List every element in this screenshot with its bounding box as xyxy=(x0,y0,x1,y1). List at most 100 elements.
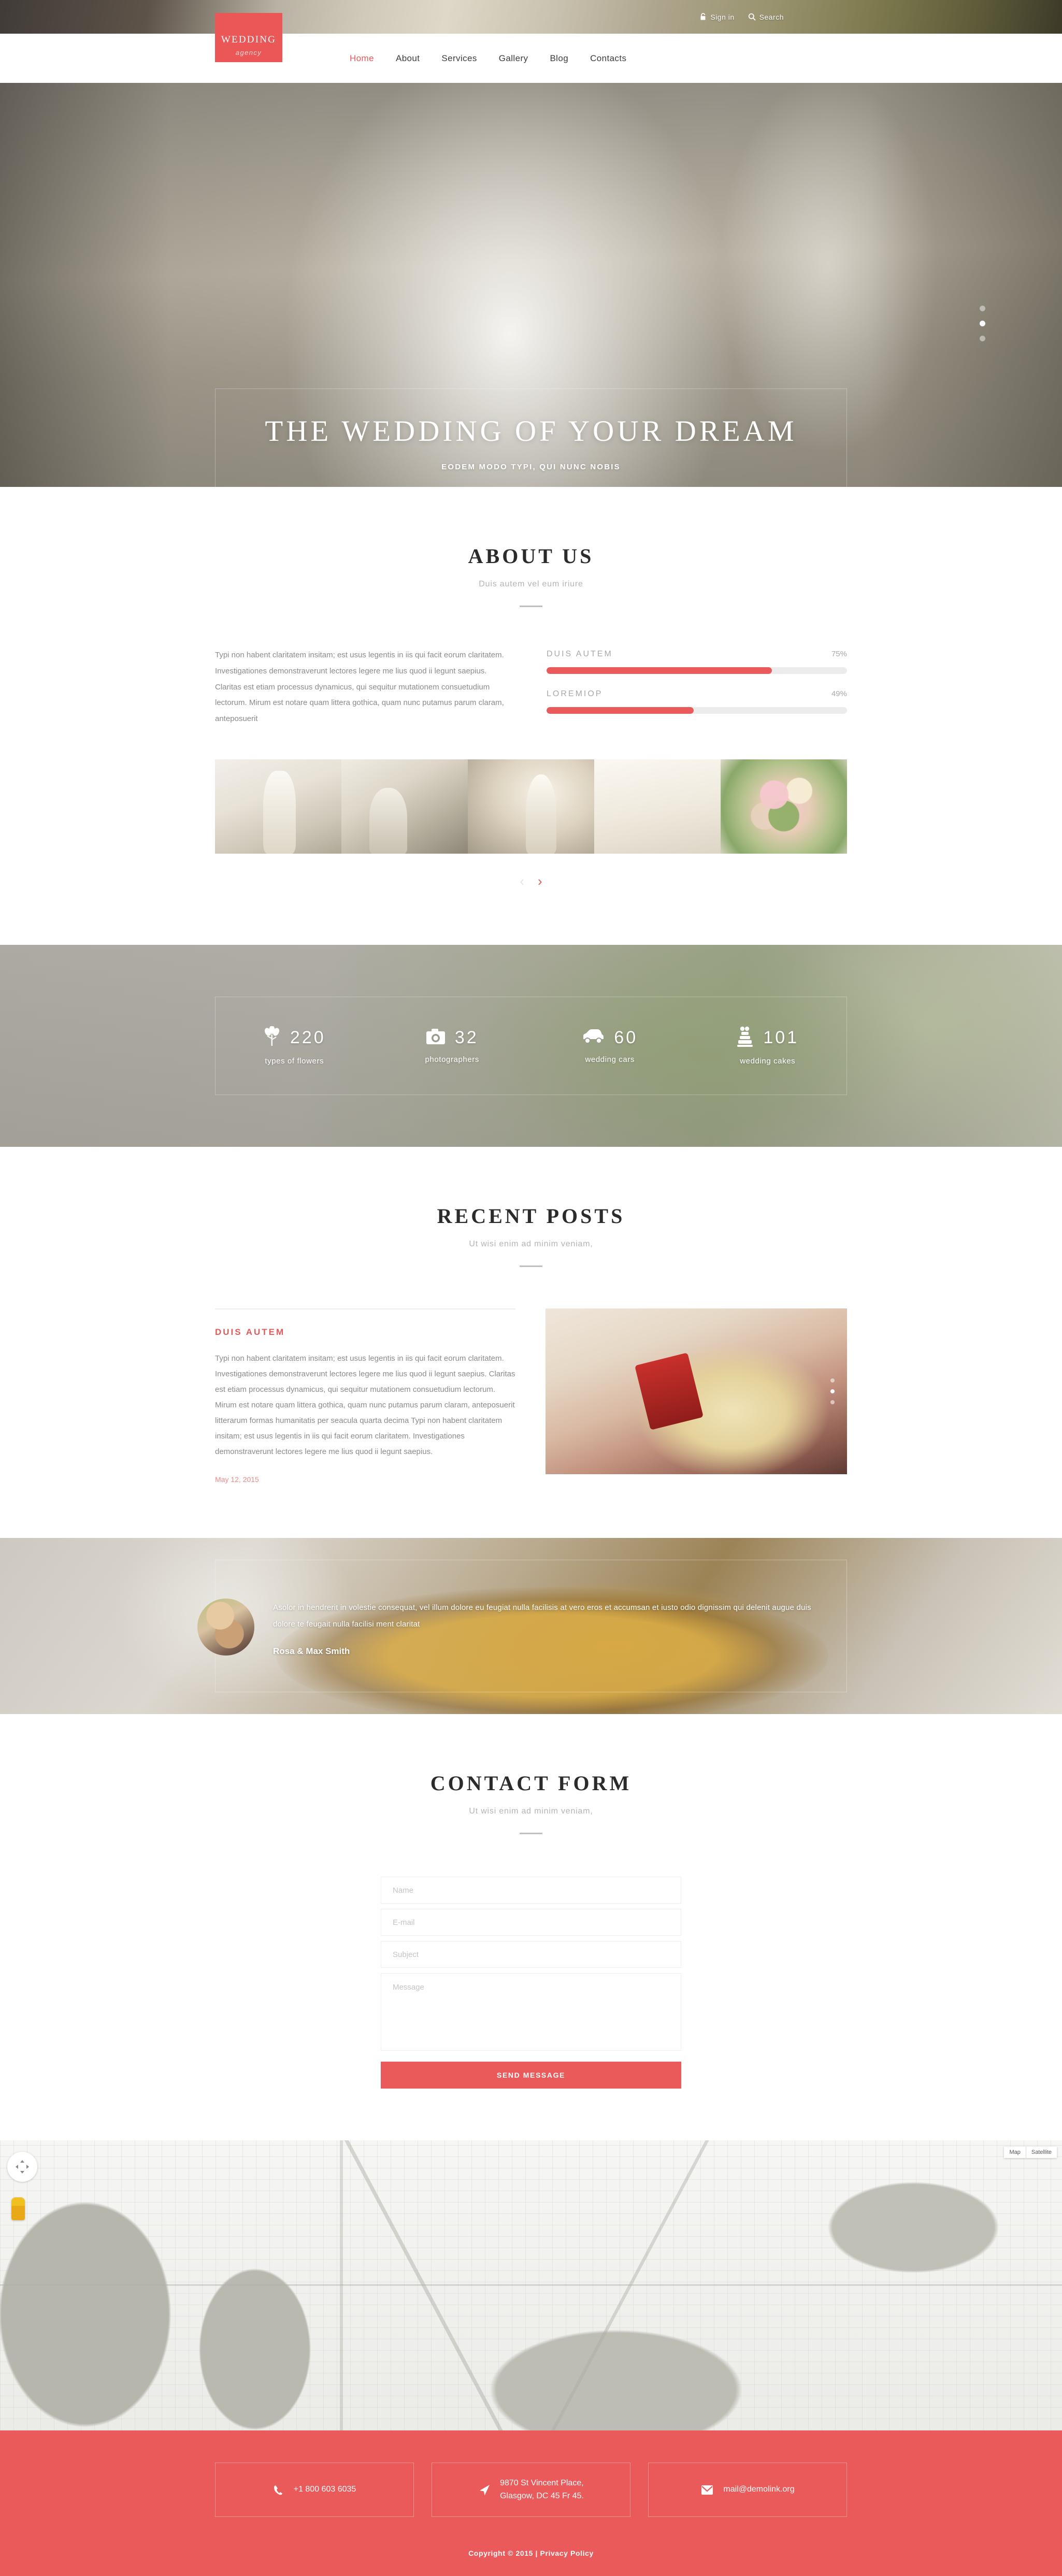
skill-bar-label: DUIS AUTEM xyxy=(547,650,613,658)
skill-bar-duis-autem: DUIS AUTEM 75% xyxy=(547,650,847,674)
cake-icon xyxy=(736,1026,754,1049)
contact-form: SEND MESSAGE xyxy=(381,1877,681,2140)
about-subtitle: Duis autem vel eum iriure xyxy=(479,580,583,588)
skill-bar-loremiop: LOREMIOP 49% xyxy=(547,689,847,714)
map-type-control: Map Satellite xyxy=(1004,2147,1057,2158)
gallery-carousel-nav: ‹ › xyxy=(215,874,847,888)
about-text-column: Typi non habent claritatem insitam; est … xyxy=(215,647,510,729)
skill-bar-percent: 49% xyxy=(831,689,847,698)
hero-slider-dots xyxy=(980,306,985,341)
lock-icon xyxy=(700,13,707,21)
stat-number: 32 xyxy=(454,1028,479,1047)
map-canvas[interactable] xyxy=(0,2140,1062,2430)
map-type-map-button[interactable]: Map xyxy=(1004,2147,1025,2158)
location-map[interactable]: Map Satellite xyxy=(0,2140,1062,2430)
site-logo[interactable]: WEDDING agency xyxy=(215,13,282,62)
about-paragraph: Typi non habent claritatem insitam; est … xyxy=(215,651,504,723)
search-icon xyxy=(748,13,756,21)
camera-icon xyxy=(426,1028,446,1048)
copyright-text[interactable]: Copyright © 2015 | Privacy Policy xyxy=(215,2549,847,2557)
skill-bar-percent: 75% xyxy=(831,650,847,658)
stat-label: photographers xyxy=(425,1055,480,1064)
main-navbar: WEDDING agency Home About Services Galle… xyxy=(0,13,1062,83)
chevron-left-icon[interactable]: ‹ xyxy=(520,874,524,888)
hero-dot-2[interactable] xyxy=(980,321,985,326)
testimonial-author: Rosa & Max Smith xyxy=(273,1646,350,1657)
subject-field[interactable] xyxy=(381,1941,681,1968)
skill-bar-track xyxy=(547,707,847,714)
gallery-thumb[interactable] xyxy=(721,759,847,854)
footer-address-card[interactable]: 9870 St Vincent Place, Glasgow, DC 45 Fr… xyxy=(432,2463,630,2517)
search-label: Search xyxy=(759,12,784,21)
map-type-satellite-button[interactable]: Satellite xyxy=(1025,2147,1057,2158)
contact-divider xyxy=(520,1833,542,1834)
gallery-thumb[interactable] xyxy=(215,759,341,854)
post-dot-1[interactable] xyxy=(830,1378,835,1383)
stat-wedding-cakes: 101 wedding cakes xyxy=(689,1026,847,1066)
logo-line-1: WEDDING xyxy=(221,34,277,45)
posts-subtitle: Ut wisi enim ad minim veniam, xyxy=(469,1240,593,1248)
post-slider-dots xyxy=(830,1378,835,1404)
sign-in-link[interactable]: Sign in xyxy=(700,13,734,21)
avatar xyxy=(197,1598,254,1656)
nav-item-contacts[interactable]: Contacts xyxy=(590,53,626,64)
posts-divider xyxy=(520,1265,542,1267)
send-message-button[interactable]: SEND MESSAGE xyxy=(381,2062,681,2089)
nav-item-blog[interactable]: Blog xyxy=(550,53,568,64)
gallery-thumb[interactable] xyxy=(468,759,594,854)
post-heading[interactable]: DUIS AUTEM xyxy=(215,1327,515,1337)
about-gallery-carousel xyxy=(215,759,847,854)
footer-phone-card[interactable]: +1 800 603 6035 xyxy=(215,2463,414,2517)
stat-wedding-cars: 60 wedding cars xyxy=(531,1028,689,1064)
stat-number: 220 xyxy=(290,1028,326,1047)
stat-number: 101 xyxy=(763,1028,799,1047)
contact-form-section: CONTACT FORM Ut wisi enim ad minim venia… xyxy=(0,1714,1062,2140)
nav-item-home[interactable]: Home xyxy=(350,53,374,64)
email-field[interactable] xyxy=(381,1909,681,1936)
post-text-column: DUIS AUTEM Typi non habent claritatem in… xyxy=(215,1308,515,1484)
search-link[interactable]: Search xyxy=(748,13,784,21)
car-icon xyxy=(582,1029,605,1047)
stat-label: wedding cakes xyxy=(740,1057,796,1066)
contact-title: CONTACT FORM xyxy=(430,1772,632,1795)
flowers-icon xyxy=(263,1026,281,1049)
pan-control-icon[interactable] xyxy=(7,2152,37,2182)
name-field[interactable] xyxy=(381,1877,681,1904)
contact-subtitle: Ut wisi enim ad minim veniam, xyxy=(469,1807,593,1816)
chevron-right-icon[interactable]: › xyxy=(538,874,542,888)
post-dot-3[interactable] xyxy=(830,1400,835,1404)
post-body: Typi non habent claritatem insitam; est … xyxy=(215,1354,515,1456)
top-utility-bar: Sign in Search xyxy=(0,0,1062,34)
about-section: ABOUT US Duis autem vel eum iriure Typi … xyxy=(0,487,1062,888)
hero-subtitle: EODEM MODO TYPI, QUI NUNC NOBIS xyxy=(441,463,621,471)
posts-title: RECENT POSTS xyxy=(437,1204,625,1228)
skill-bar-label: LOREMIOP xyxy=(547,689,603,698)
post-image-slider[interactable] xyxy=(546,1308,847,1474)
nav-item-services[interactable]: Services xyxy=(441,53,477,64)
nav-item-gallery[interactable]: Gallery xyxy=(499,53,528,64)
primary-navigation: Home About Services Gallery Blog Contact… xyxy=(350,34,626,83)
gallery-thumb[interactable] xyxy=(341,759,468,854)
footer-email-card[interactable]: mail@demolink.org xyxy=(648,2463,847,2517)
post-top-rule xyxy=(215,1308,515,1309)
stat-number: 60 xyxy=(614,1028,638,1047)
post-dot-2[interactable] xyxy=(830,1389,835,1393)
footer-email-text: mail@demolink.org xyxy=(723,2485,795,2494)
about-title: ABOUT US xyxy=(468,544,594,568)
footer-address-text: 9870 St Vincent Place, Glasgow, DC 45 Fr… xyxy=(500,2478,584,2500)
skill-bar-fill xyxy=(547,707,694,714)
message-field[interactable] xyxy=(381,1973,681,2051)
recent-posts-section: RECENT POSTS Ut wisi enim ad minim venia… xyxy=(0,1147,1062,1484)
testimonial-section: Asolor in hendrerit in volestie consequa… xyxy=(0,1538,1062,1714)
hero-slider: THE WEDDING OF YOUR DREAM EODEM MODO TYP… xyxy=(0,83,1062,487)
skill-bar-track xyxy=(547,667,847,674)
envelope-icon xyxy=(700,2484,714,2496)
phone-icon xyxy=(273,2484,284,2496)
skill-bar-fill xyxy=(547,667,772,674)
hero-dot-1[interactable] xyxy=(980,306,985,311)
gallery-thumb[interactable] xyxy=(594,759,721,854)
nav-item-about[interactable]: About xyxy=(396,53,420,64)
hero-dot-3[interactable] xyxy=(980,336,985,341)
stat-photographers: 32 photographers xyxy=(374,1028,532,1064)
street-view-pegman-icon[interactable] xyxy=(11,2197,25,2220)
